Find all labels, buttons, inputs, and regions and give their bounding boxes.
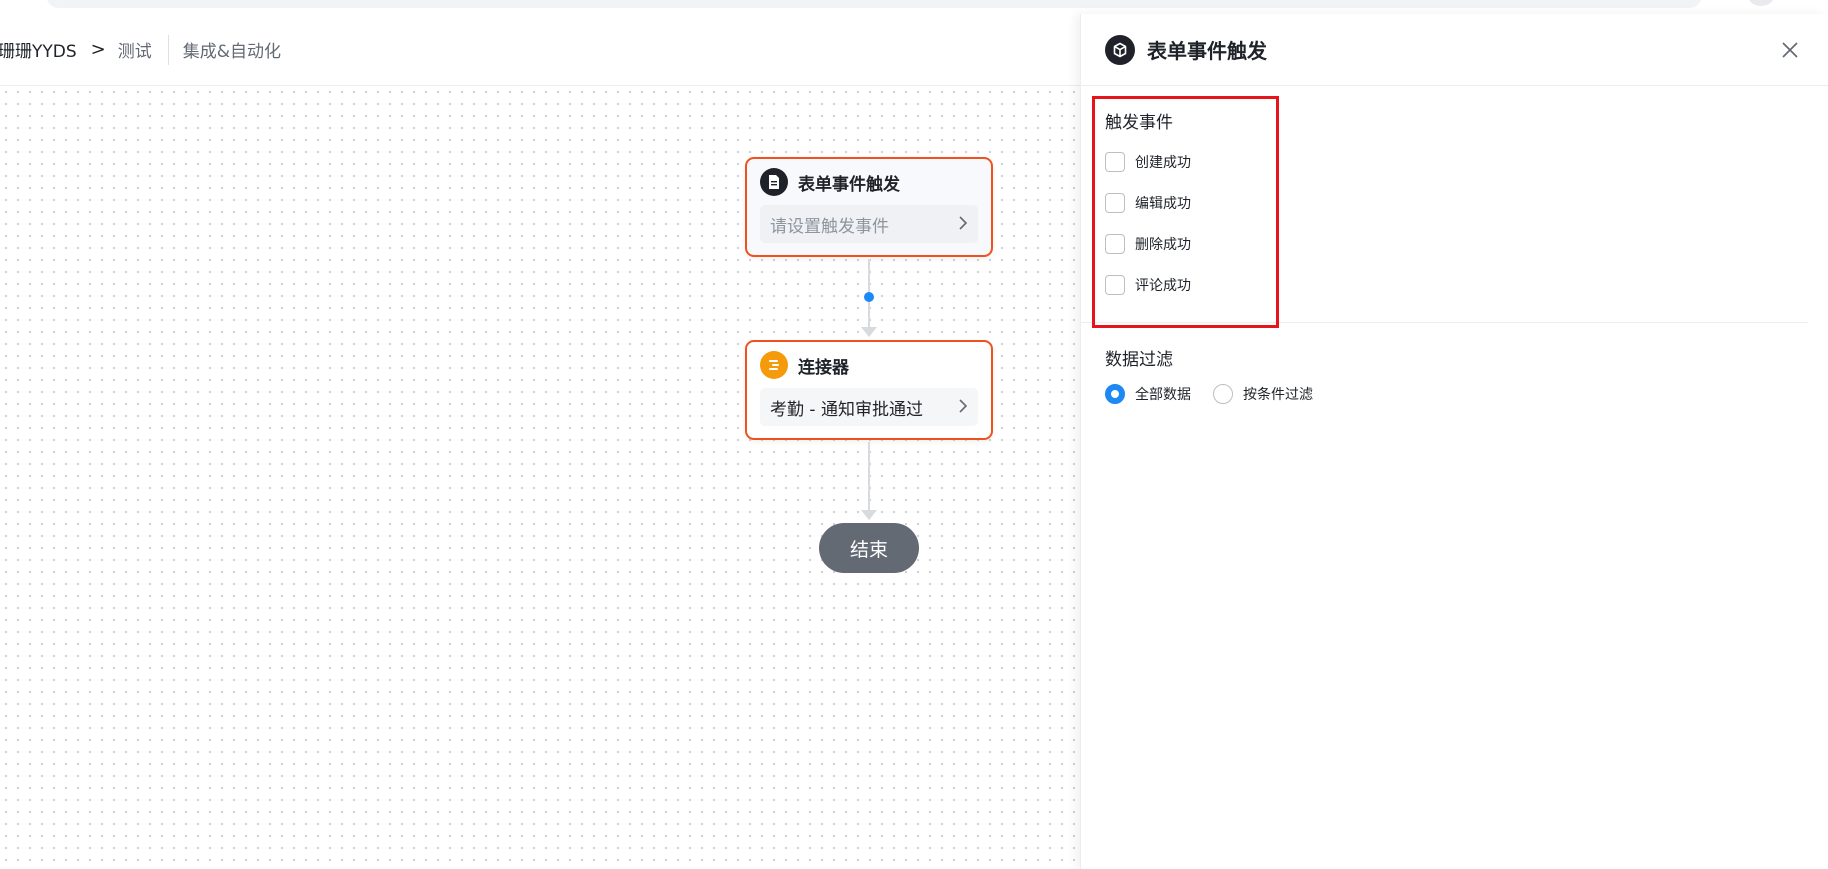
browser-address-strip [0,0,1828,14]
profile-avatar[interactable] [1748,0,1774,6]
radio-button[interactable] [1213,384,1233,404]
chevron-right-icon [958,395,968,419]
connector-node-title: 连接器 [798,357,849,378]
connector-node-action: 考勤 - 通知审批通过 [770,399,923,420]
connector-node-setting[interactable]: 考勤 - 通知审批通过 [760,388,978,426]
checkbox-comment-success[interactable]: 评论成功 [1105,264,1808,305]
trigger-events-title: 触发事件 [1105,113,1173,133]
checkbox-edit-success[interactable]: 编辑成功 [1105,182,1808,223]
end-node: 结束 [819,523,919,573]
data-filter-title: 数据过滤 [1105,350,1173,370]
connector-icon [760,351,788,379]
trigger-node-setting[interactable]: 请设置触发事件 [760,205,978,243]
radio-all-data[interactable]: 全部数据 [1105,384,1191,404]
add-step-dot[interactable] [864,292,874,302]
breadcrumb-workspace[interactable]: 珊珊YYDS [0,37,77,62]
flow-canvas[interactable]: 表单事件触发 请设置触发事件 连接器 考勤 - 通知审批通过 结束 [0,86,1080,869]
checkbox-label: 评论成功 [1135,277,1191,294]
radio-filter-by-condition[interactable]: 按条件过滤 [1213,384,1313,404]
form-document-icon [760,168,788,196]
checkbox-delete-success[interactable]: 删除成功 [1105,223,1808,264]
arrow-down-icon [861,327,877,337]
checkbox-create-success[interactable]: 创建成功 [1105,141,1808,182]
radio-label: 按条件过滤 [1243,387,1313,403]
app-header: 珊珊YYDS > 测试 集成&自动化 [0,14,1080,86]
trigger-node-placeholder: 请设置触发事件 [770,216,889,237]
trigger-events-section: 触发事件 创建成功 编辑成功 删除成功 评论成功 [1081,86,1808,328]
panel-header: 表单事件触发 [1081,14,1828,86]
trigger-node[interactable]: 表单事件触发 请设置触发事件 [745,157,993,257]
breadcrumb-app[interactable]: 测试 [118,37,152,62]
tab-integration-automation[interactable]: 集成&自动化 [183,37,281,62]
checkbox[interactable] [1105,151,1125,172]
arrow-down-icon [861,510,877,520]
data-filter-radio-group: 全部数据 按条件过滤 [1105,384,1828,404]
radio-button-selected[interactable] [1105,384,1125,404]
node-config-panel: 表单事件触发 触发事件 创建成功 编辑成功 删除成功 评论成功 数据过滤 全部数… [1080,14,1828,869]
checkbox[interactable] [1105,274,1125,295]
trigger-node-title: 表单事件触发 [798,174,900,195]
radio-label: 全部数据 [1135,387,1191,403]
cube-icon [1105,34,1135,65]
connector-node-header: 连接器 [747,342,991,388]
address-bar[interactable] [46,0,1702,8]
header-divider [167,34,169,65]
checkbox-label: 编辑成功 [1135,195,1191,212]
panel-title: 表单事件触发 [1147,39,1267,63]
checkbox-label: 删除成功 [1135,236,1191,253]
trigger-node-header: 表单事件触发 [747,159,991,205]
connector-node[interactable]: 连接器 考勤 - 通知审批通过 [745,340,993,440]
checkbox-label: 创建成功 [1135,154,1191,171]
checkbox[interactable] [1105,192,1125,213]
connector-line [868,442,870,512]
chevron-right-icon [958,212,968,236]
checkbox[interactable] [1105,233,1125,254]
data-filter-section: 数据过滤 全部数据 按条件过滤 [1081,323,1828,404]
breadcrumb-separator: > [90,39,106,60]
close-icon[interactable] [1776,36,1804,64]
